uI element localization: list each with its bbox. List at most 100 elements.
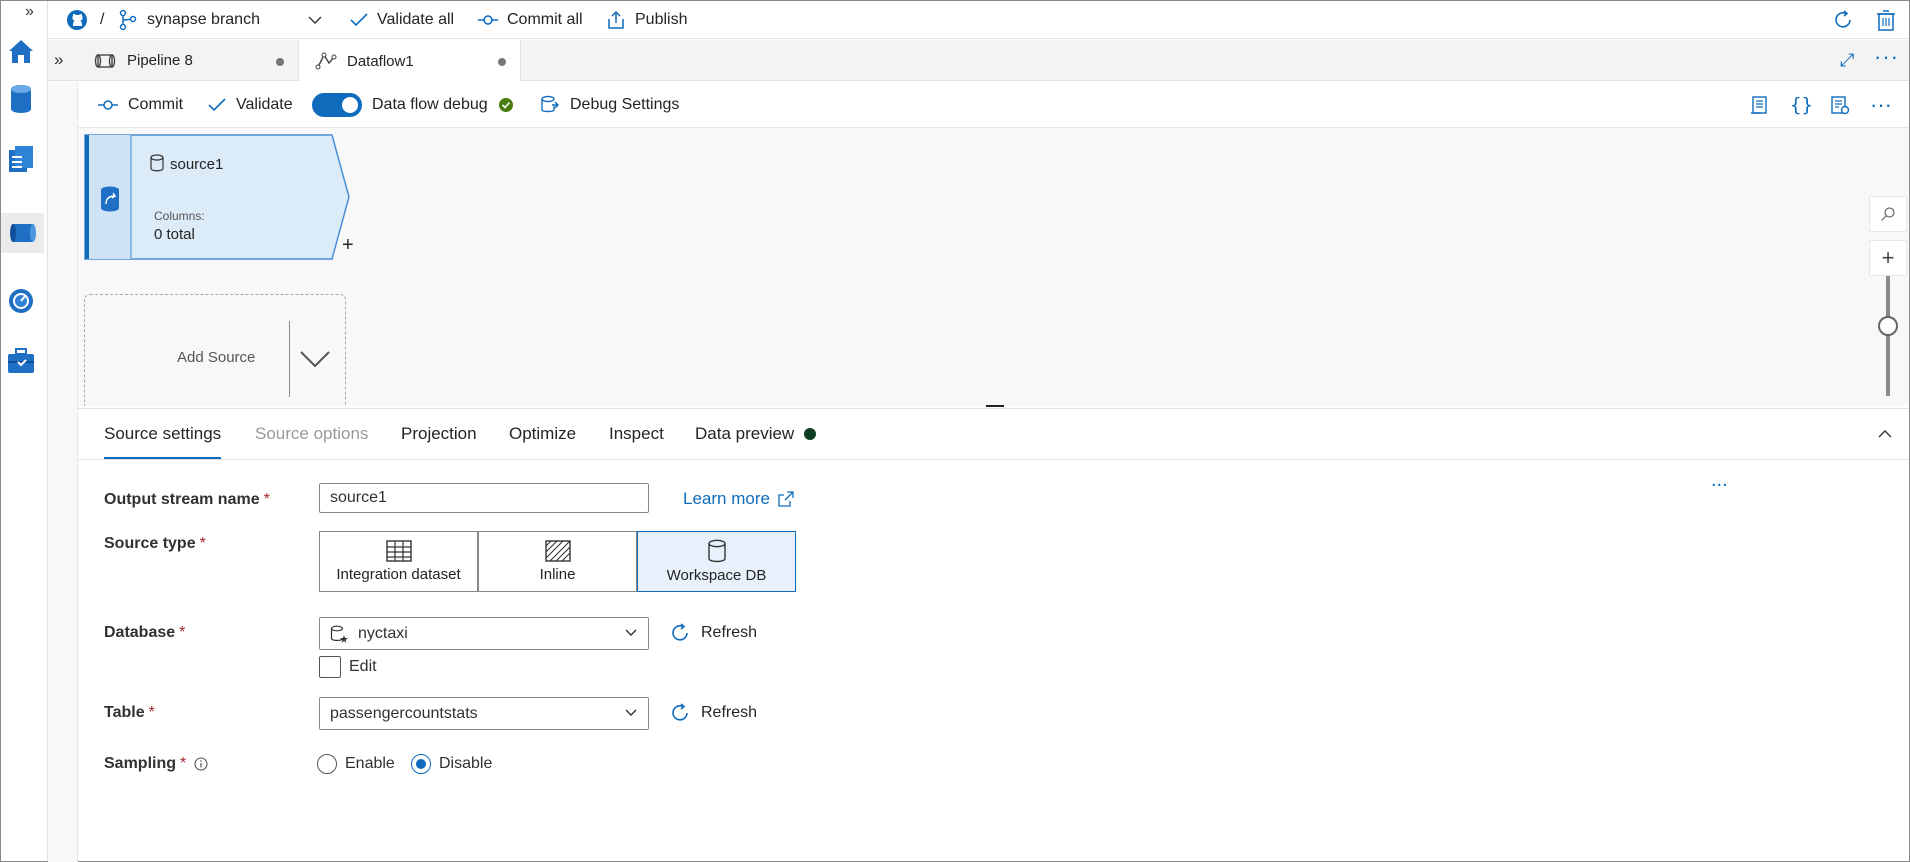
edit-label: Edit	[349, 658, 377, 675]
sampling-disable-radio[interactable]: Disable	[411, 754, 492, 774]
discard-icon[interactable]	[1876, 1, 1905, 39]
commit-label: Commit	[128, 96, 184, 113]
publish-icon	[608, 10, 624, 29]
refresh-icon[interactable]	[1832, 1, 1863, 39]
database-dropdown[interactable]: nyctaxi	[319, 617, 649, 650]
commit-all-label: Commit all	[507, 11, 583, 28]
source-type-integration-dataset[interactable]: Integration dataset	[319, 531, 478, 592]
database-icon	[707, 539, 726, 563]
commit-icon	[478, 15, 498, 25]
commit-all-button[interactable]: Commit all	[478, 1, 583, 39]
data-icon[interactable]	[4, 79, 38, 119]
code-icon[interactable]: {}	[1790, 82, 1813, 128]
sampling-enable-radio[interactable]: Enable	[317, 754, 395, 774]
debug-settings-icon	[541, 95, 559, 113]
branch-selector[interactable]: synapse branch	[118, 1, 331, 39]
data-flow-debug-toggle[interactable]: Data flow debug	[312, 82, 524, 128]
source-node[interactable]: source1 Columns: 0 total +	[84, 134, 354, 260]
branch-name: synapse branch	[147, 11, 260, 28]
dataflow-icon	[315, 52, 337, 70]
node-columns-label: Columns:	[154, 209, 205, 223]
table-label: Table *	[104, 704, 155, 721]
tab-label: Pipeline 8	[127, 52, 193, 69]
node-name: source1	[170, 156, 224, 173]
unsaved-dot	[276, 58, 284, 66]
add-source-label: Add Source	[177, 349, 256, 366]
chevron-down-icon[interactable]	[624, 706, 638, 720]
collapse-panel-icon[interactable]	[1877, 429, 1893, 439]
tab-dataflow1[interactable]: Dataflow1	[299, 40, 521, 82]
checkbox-box[interactable]	[319, 656, 341, 678]
tab-bar: » Pipeline 8 Dataflow1 ⤢ ···	[48, 40, 1909, 82]
tab-data-preview[interactable]: Data preview	[695, 409, 817, 459]
github-icon[interactable]	[66, 1, 97, 39]
more-options-icon[interactable]: ···	[1874, 44, 1899, 70]
inline-icon	[544, 540, 571, 562]
add-source-box[interactable]: Add Source	[84, 294, 346, 406]
expand-panel-icon[interactable]: »	[54, 50, 63, 70]
radio-circle[interactable]	[411, 754, 431, 774]
script-icon[interactable]	[1750, 82, 1780, 128]
commit-icon	[98, 100, 118, 110]
search-icon[interactable]	[1869, 196, 1907, 232]
tab-data-preview-label: Data preview	[695, 424, 795, 443]
zoom-in-button[interactable]: +	[1869, 240, 1907, 276]
branch-icon	[119, 9, 137, 31]
manage-icon[interactable]	[4, 341, 38, 381]
tab-pipeline-8[interactable]: Pipeline 8	[77, 40, 299, 81]
table-value: passengercountstats	[330, 704, 478, 722]
status-check-icon	[498, 98, 513, 112]
database-value: nyctaxi	[358, 624, 408, 642]
database-label: Database *	[104, 624, 186, 641]
chevron-down-icon[interactable]	[308, 15, 322, 25]
tab-inspect[interactable]: Inspect	[609, 409, 664, 459]
pipeline-icon	[94, 53, 116, 68]
output-stream-name-input[interactable]: source1	[319, 483, 649, 513]
database-refresh-button[interactable]: Refresh	[669, 622, 757, 644]
validate-all-label: Validate all	[377, 11, 455, 28]
checkmark-icon	[208, 98, 226, 112]
left-rail: »	[1, 1, 48, 861]
more-options-icon[interactable]: ···	[1870, 82, 1892, 128]
debug-settings-button[interactable]: Debug Settings	[540, 82, 679, 128]
source-type-workspace-db[interactable]: Workspace DB	[637, 531, 796, 592]
properties-icon[interactable]	[1830, 82, 1860, 128]
radio-circle[interactable]	[317, 754, 337, 774]
info-icon[interactable]	[194, 757, 208, 771]
edit-checkbox[interactable]: Edit	[319, 656, 377, 678]
zoom-slider-thumb[interactable]	[1878, 316, 1898, 336]
learn-more-link[interactable]: Learn more	[683, 489, 794, 509]
refresh-icon	[672, 703, 688, 721]
tab-projection[interactable]: Projection	[401, 409, 477, 459]
chevron-down-icon[interactable]	[299, 349, 331, 369]
commit-button[interactable]: Commit	[98, 82, 183, 128]
home-icon[interactable]	[4, 31, 38, 71]
toggle-switch[interactable]	[312, 93, 362, 117]
refresh-icon	[672, 623, 688, 641]
table-icon	[385, 540, 412, 562]
data-flow-debug-label: Data flow debug	[372, 96, 488, 113]
publish-button[interactable]: Publish	[606, 1, 687, 39]
top-bar: / synapse branch Validate all Commit all…	[48, 1, 1909, 39]
more-options-icon[interactable]: ...	[1711, 469, 1728, 492]
tab-optimize[interactable]: Optimize	[509, 409, 576, 459]
monitor-icon[interactable]	[4, 281, 38, 321]
source-type-inline[interactable]: Inline	[478, 531, 637, 592]
table-dropdown[interactable]: passengercountstats	[319, 697, 649, 730]
add-transform-icon[interactable]: +	[342, 234, 354, 257]
tab-source-settings[interactable]: Source settings	[104, 409, 222, 459]
chevron-down-icon[interactable]	[624, 626, 638, 640]
panel-splitter[interactable]	[986, 405, 1004, 407]
integrate-icon[interactable]	[1, 213, 44, 253]
node-columns-value: 0 total	[154, 226, 195, 243]
tab-source-options[interactable]: Source options	[255, 409, 368, 459]
dataflow-canvas[interactable]: source1 Columns: 0 total + Add Source +	[78, 128, 1909, 406]
validate-all-button[interactable]: Validate all	[350, 1, 454, 39]
table-refresh-button[interactable]: Refresh	[669, 702, 757, 724]
maximize-icon[interactable]: ⤢	[1840, 50, 1854, 71]
database-icon	[150, 154, 164, 172]
develop-icon[interactable]	[4, 139, 38, 179]
validate-button[interactable]: Validate	[208, 82, 293, 128]
zoom-slider-track[interactable]	[1886, 276, 1890, 396]
rail-expand-icon[interactable]: »	[25, 3, 34, 21]
